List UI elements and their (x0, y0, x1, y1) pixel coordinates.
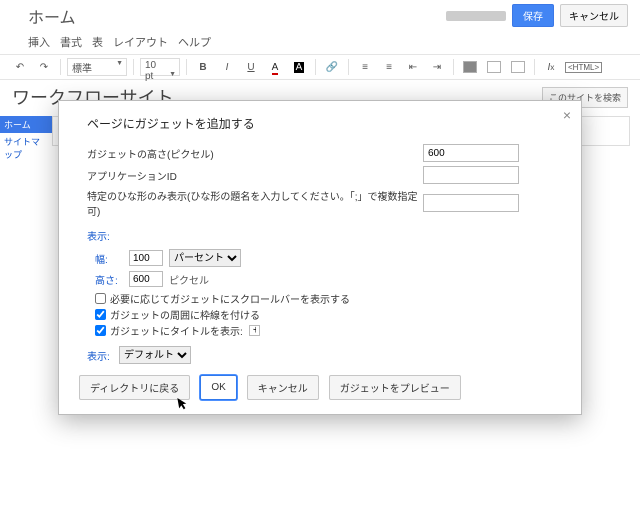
width-unit-select[interactable]: パーセント (169, 249, 241, 267)
width-label: 幅: (95, 251, 123, 266)
template-label: 特定のひな形のみ表示(ひな形の題名を入力してください。「;」で複数指定可) (87, 188, 423, 218)
scrollbar-checkbox[interactable] (95, 293, 106, 304)
ok-button[interactable]: OK (200, 375, 236, 400)
back-to-directory-button[interactable]: ディレクトリに戻る (79, 375, 190, 400)
dialog-title: ページにガジェットを追加する (87, 115, 561, 132)
display-mode-label: 表示: (87, 348, 115, 363)
title-checkbox[interactable] (95, 325, 106, 336)
modal-overlay: × ページにガジェットを追加する ガジェットの高さ(ピクセル) アプリケーション… (0, 0, 640, 516)
height-label: 高さ: (95, 272, 123, 287)
title-input[interactable] (249, 325, 260, 336)
border-label: ガジェットの周囲に枠線を付ける (110, 307, 260, 322)
scrollbar-label: 必要に応じてガジェットにスクロールバーを表示する (110, 291, 350, 306)
display-mode-select[interactable]: デフォルト (119, 346, 191, 364)
height-input[interactable] (129, 271, 163, 287)
gadget-height-label: ガジェットの高さ(ピクセル) (87, 146, 423, 161)
gadget-height-input[interactable] (423, 144, 519, 162)
app-id-input[interactable] (423, 166, 519, 184)
display-section-label: 表示: (87, 228, 561, 243)
template-input[interactable] (423, 194, 519, 212)
title-label: ガジェットにタイトルを表示: (110, 323, 243, 338)
width-input[interactable] (129, 250, 163, 266)
close-icon[interactable]: × (563, 107, 571, 123)
gadget-dialog: × ページにガジェットを追加する ガジェットの高さ(ピクセル) アプリケーション… (58, 100, 582, 415)
dialog-cancel-button[interactable]: キャンセル (247, 375, 319, 400)
border-checkbox[interactable] (95, 309, 106, 320)
height-unit: ピクセル (169, 272, 209, 287)
app-id-label: アプリケーションID (87, 168, 423, 183)
preview-button[interactable]: ガジェットをプレビュー (329, 375, 461, 400)
